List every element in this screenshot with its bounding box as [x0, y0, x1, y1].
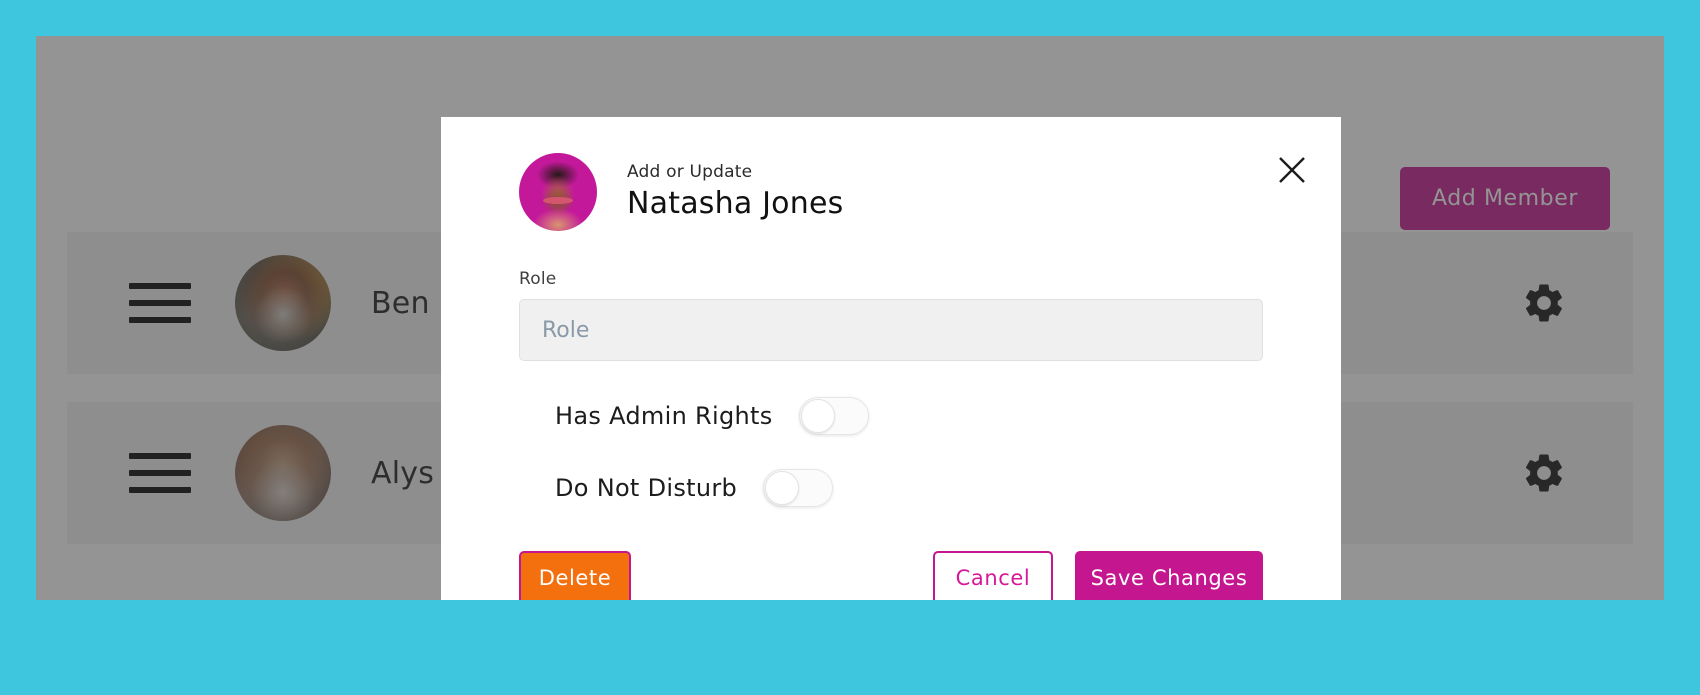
role-label: Role — [519, 269, 557, 289]
role-input[interactable] — [519, 299, 1263, 361]
toggle-knob — [765, 471, 800, 505]
cancel-button[interactable]: Cancel — [933, 551, 1053, 600]
save-changes-button[interactable]: Save Changes — [1075, 551, 1263, 600]
members-page: Add Member Ben Alys — [36, 36, 1664, 600]
toggle-knob — [800, 399, 835, 433]
has-admin-rights-label: Has Admin Rights — [555, 402, 773, 430]
has-admin-rights-row: Has Admin Rights — [519, 397, 1263, 435]
delete-button[interactable]: Delete — [519, 551, 631, 600]
page-title: Natasha Jones — [627, 185, 844, 221]
dialog-eyebrow: Add or Update — [627, 161, 753, 182]
do-not-disturb-toggle[interactable] — [763, 469, 834, 507]
has-admin-rights-toggle[interactable] — [798, 397, 869, 435]
dialog-header: Add or Update Natasha Jones — [519, 117, 1263, 231]
do-not-disturb-row: Do Not Disturb — [519, 469, 1263, 507]
do-not-disturb-label: Do Not Disturb — [555, 474, 738, 502]
dialog-actions: Delete Cancel Save Changes — [519, 551, 1263, 600]
add-update-member-dialog: Add or Update Natasha Jones Role Has Adm… — [441, 117, 1341, 600]
user-avatar — [519, 153, 597, 231]
close-icon[interactable] — [1271, 149, 1313, 191]
